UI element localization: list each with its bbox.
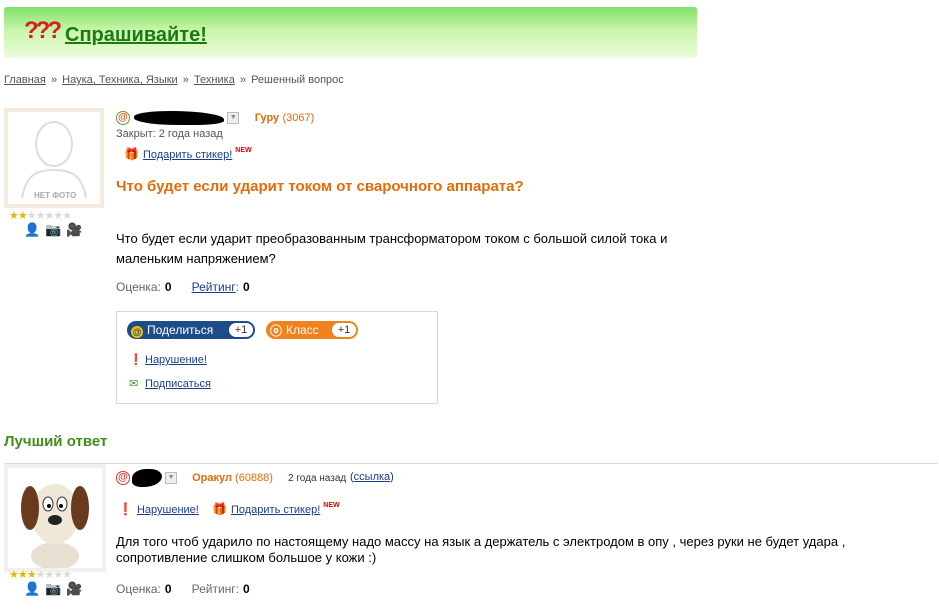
site-title-link[interactable]: Спрашивайте! xyxy=(65,24,207,47)
answer-body: Для того чтоб ударило по настоящему надо… xyxy=(116,534,846,565)
author-points: (3067) xyxy=(282,112,315,124)
score-label: Оценка: xyxy=(116,280,161,294)
rating-value: 0 xyxy=(242,582,250,596)
answerer-rank: Оракул xyxy=(192,471,232,484)
rating-value: 0 xyxy=(243,280,250,294)
profile-icon[interactable]: 👤 xyxy=(24,581,40,596)
question-body: Что будет если ударит преобразованным тр… xyxy=(116,231,668,266)
mail-agent-icon: @ xyxy=(116,471,130,485)
question-closed-status: Закрыт: 2 года назад xyxy=(116,128,223,140)
odnoklassniki-icon: ⓞ xyxy=(270,324,283,338)
share-mail-count: +1 xyxy=(229,323,253,337)
author-menu-dropdown-icon[interactable]: ▼ xyxy=(227,111,240,124)
camera-icon[interactable]: 📷 xyxy=(45,222,61,237)
answer-violation-link[interactable]: Нарушение! xyxy=(137,504,199,516)
share-mail-button[interactable]: @ Поделиться +1 xyxy=(127,321,255,339)
score-value: 0 xyxy=(164,582,172,596)
answer-date: 2 года назад xyxy=(288,473,347,484)
author-name-redacted[interactable] xyxy=(134,110,224,125)
question-title: Что будет если ударит током от сварочног… xyxy=(116,178,524,195)
answer-author-row: @ ▼ Оракул (60888) xyxy=(116,469,273,487)
rating-colon: : xyxy=(235,280,239,294)
subscribe-row: ✉ Подписаться xyxy=(129,377,211,390)
answerer-points: (60888) xyxy=(235,471,273,484)
profile-icon[interactable]: 👤 xyxy=(24,222,40,237)
new-badge: NEW xyxy=(323,502,340,509)
answerer-menu-dropdown-icon[interactable]: ▼ xyxy=(165,472,178,484)
subscribe-icon: ✉ xyxy=(129,378,139,390)
rating-link[interactable]: Рейтинг xyxy=(192,280,236,294)
author-rank: Гуру xyxy=(254,112,280,124)
video-icon[interactable]: 🎥 xyxy=(66,581,82,596)
answer-score-row: Оценка: 0 Рейтинг: 0 xyxy=(116,582,270,596)
score-label: Оценка: xyxy=(116,582,161,596)
share-ok-label: Класс xyxy=(286,323,319,337)
permalink-close-paren: ) xyxy=(390,471,394,483)
mail-agent-icon: @ xyxy=(116,110,130,125)
gift-icon: 🎁 xyxy=(124,147,139,161)
star-icon: ★★ xyxy=(9,210,28,222)
violation-link[interactable]: Нарушение! xyxy=(145,354,207,366)
answerer-stars: ★★★★★★★ xyxy=(9,568,72,581)
share-mail-label: Поделиться xyxy=(147,323,214,337)
star-icon: ★★★ xyxy=(9,569,37,581)
answer-gift-row: 🎁 Подарить стикер! NEW xyxy=(212,502,340,516)
at-sign-icon: @ xyxy=(131,326,143,338)
author-avatar[interactable]: НЕТ ФОТО xyxy=(4,108,104,208)
answerer-icons: 👤 📷 🎥 xyxy=(24,581,88,597)
star-empty-icon: ★★★★★ xyxy=(26,210,72,222)
violation-row: ❗ Нарушение! xyxy=(129,353,207,366)
new-badge: NEW xyxy=(235,147,252,154)
rating-label: Рейтинг: xyxy=(191,582,239,596)
section-divider xyxy=(4,463,938,464)
answer-violation-row: ❗ Нарушение! xyxy=(118,502,199,516)
warning-icon: ❗ xyxy=(118,502,133,516)
breadcrumb-subcategory[interactable]: Техника xyxy=(194,74,235,86)
no-photo-label: НЕТ ФОТО xyxy=(34,191,77,200)
permalink-link[interactable]: ссылка xyxy=(354,471,391,483)
breadcrumb-home[interactable]: Главная xyxy=(4,74,46,86)
score-value: 0 xyxy=(164,280,172,294)
answerer-name-redacted[interactable] xyxy=(132,469,162,487)
share-ok-count: +1 xyxy=(332,323,356,337)
video-icon[interactable]: 🎥 xyxy=(66,222,82,237)
site-header: ??? Спрашивайте! xyxy=(4,7,697,58)
question-score-row: Оценка: 0 Рейтинг: 0 xyxy=(116,280,270,294)
warning-icon: ❗ xyxy=(129,354,143,366)
breadcrumb-separator: » xyxy=(239,74,246,86)
share-panel: @ Поделиться +1 ⓞ Класс +1 ❗ Нарушение! ✉ По… xyxy=(116,311,438,404)
breadcrumb-current: Решенный вопрос xyxy=(251,74,344,86)
star-empty-icon: ★★★★ xyxy=(35,569,72,581)
best-answer-heading: Лучший ответ xyxy=(4,433,108,450)
breadcrumb-separator: » xyxy=(50,74,58,86)
question-author-row: @ ▼ Гуру (3067) xyxy=(116,110,314,126)
answer-gift-sticker-link[interactable]: Подарить стикер! xyxy=(231,504,320,516)
gift-sticker-link[interactable]: Подарить стикер! xyxy=(143,149,232,161)
answerer-avatar[interactable] xyxy=(4,464,106,572)
answer-permalink: (ссылка) xyxy=(350,471,394,483)
subscribe-link[interactable]: Подписаться xyxy=(145,378,211,390)
camera-icon[interactable]: 📷 xyxy=(45,581,61,596)
breadcrumb: Главная » Наука, Техника, Языки » Техник… xyxy=(4,74,344,86)
breadcrumb-category[interactable]: Наука, Техника, Языки xyxy=(62,74,178,86)
gift-sticker-row: 🎁 Подарить стикер! NEW xyxy=(124,147,252,161)
dog-avatar-image xyxy=(21,484,89,570)
breadcrumb-separator: » xyxy=(182,74,189,86)
share-ok-button[interactable]: ⓞ Класс +1 xyxy=(266,321,358,339)
author-icons: 👤 📷 🎥 xyxy=(24,222,88,238)
gift-icon: 🎁 xyxy=(212,502,227,516)
author-stars: ★★★★★★★ xyxy=(9,209,72,222)
question-marks-icon: ??? xyxy=(24,17,62,44)
